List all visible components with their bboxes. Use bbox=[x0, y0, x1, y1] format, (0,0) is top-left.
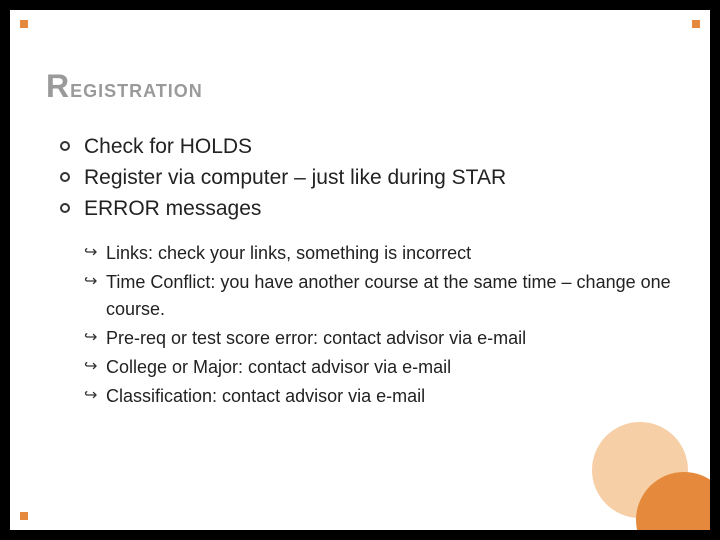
list-item: Check for HOLDS bbox=[60, 133, 674, 162]
list-item: College or Major: contact advisor via e-… bbox=[84, 354, 674, 381]
bullet-list: Check for HOLDS Register via computer – … bbox=[46, 133, 674, 224]
title-rest: egistration bbox=[70, 73, 203, 103]
page-title: Registration bbox=[46, 68, 674, 105]
sub-bullet-text: Links: check your links, something is in… bbox=[106, 243, 471, 263]
list-item: Links: check your links, something is in… bbox=[84, 240, 674, 267]
bullet-text: Check for HOLDS bbox=[84, 135, 252, 158]
slide: Registration Check for HOLDS Register vi… bbox=[10, 10, 710, 530]
corner-decoration bbox=[692, 20, 700, 28]
list-item: Time Conflict: you have another course a… bbox=[84, 269, 674, 323]
slide-content: Registration Check for HOLDS Register vi… bbox=[46, 68, 674, 412]
sub-bullet-text: Time Conflict: you have another course a… bbox=[106, 272, 671, 319]
corner-decoration bbox=[20, 20, 28, 28]
sub-bullet-text: College or Major: contact advisor via e-… bbox=[106, 357, 451, 377]
sub-bullet-text: Pre-req or test score error: contact adv… bbox=[106, 328, 526, 348]
list-item: Pre-req or test score error: contact adv… bbox=[84, 325, 674, 352]
list-item: Register via computer – just like during… bbox=[60, 164, 674, 193]
bullet-text: ERROR messages bbox=[84, 197, 261, 220]
list-item: Classification: contact advisor via e-ma… bbox=[84, 383, 674, 410]
title-initial: R bbox=[46, 68, 70, 104]
list-item: ERROR messages bbox=[60, 195, 674, 224]
bullet-text: Register via computer – just like during… bbox=[84, 166, 506, 189]
sub-bullet-text: Classification: contact advisor via e-ma… bbox=[106, 386, 425, 406]
sub-bullet-list: Links: check your links, something is in… bbox=[46, 240, 674, 410]
corner-decoration bbox=[20, 512, 28, 520]
